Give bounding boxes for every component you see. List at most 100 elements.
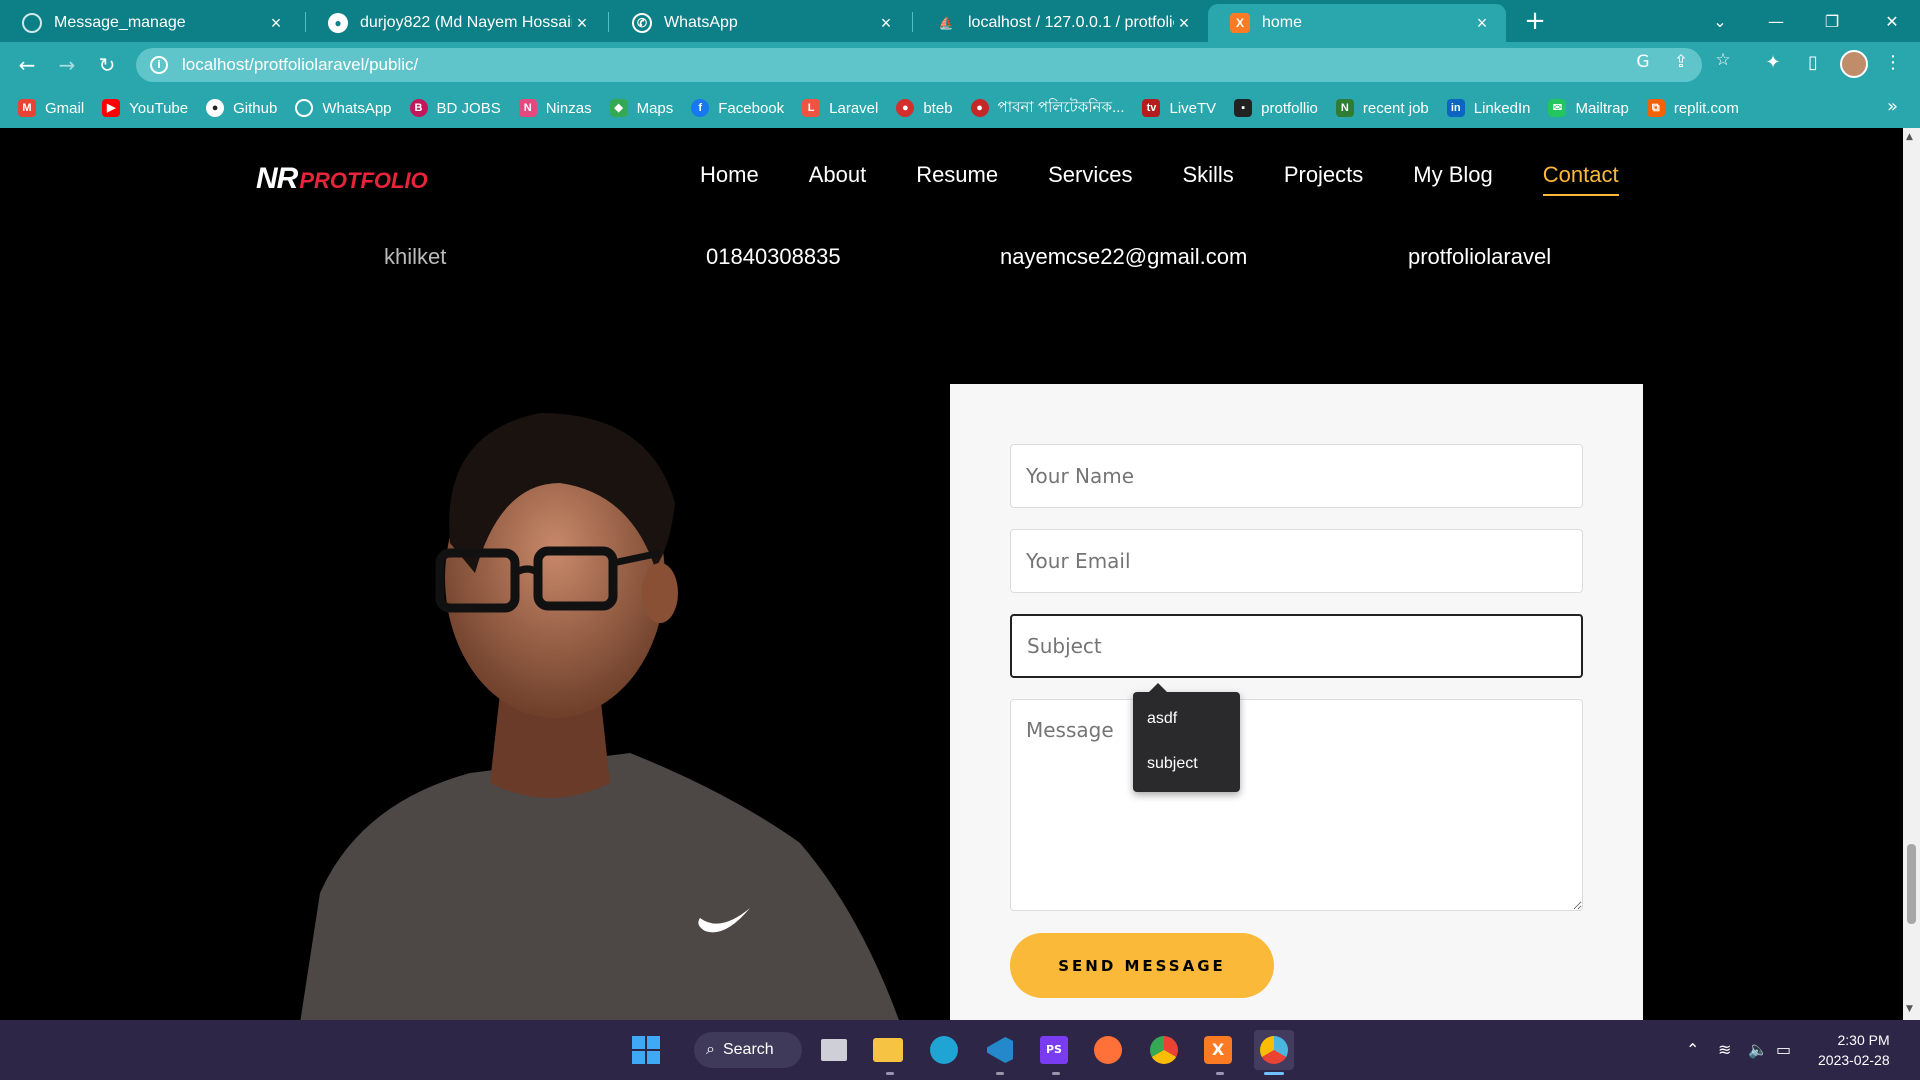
logo-text: PROTFOLIO xyxy=(299,168,428,193)
minimize-icon[interactable]: — xyxy=(1748,0,1804,42)
name-field[interactable] xyxy=(1010,444,1583,508)
extensions-icon[interactable]: ✦ xyxy=(1760,52,1786,78)
site-info-icon[interactable]: i xyxy=(150,56,168,74)
vscode-icon[interactable] xyxy=(980,1030,1020,1070)
forward-icon[interactable]: → xyxy=(52,50,82,80)
close-icon[interactable]: × xyxy=(876,13,896,34)
bookmark-youtube[interactable]: ▶ YouTube xyxy=(102,99,188,117)
close-icon[interactable]: × xyxy=(266,13,286,34)
autocomplete-option[interactable]: subject xyxy=(1147,755,1198,773)
ninzas-icon: N xyxy=(518,99,537,117)
bookmark-pabna-poly[interactable]: ● পাবনা পলিটেকনিক... xyxy=(970,96,1124,121)
tab-home[interactable]: X home × xyxy=(1208,4,1506,42)
page-scrollbar[interactable]: ▲ ▼ xyxy=(1903,128,1920,1020)
message-field[interactable] xyxy=(1010,699,1583,911)
google-lens-icon[interactable]: G xyxy=(1632,52,1654,74)
nav-skills[interactable]: Skills xyxy=(1182,162,1233,196)
autocomplete-option[interactable]: asdf xyxy=(1147,710,1177,728)
bookmark-label: Laravel xyxy=(829,99,879,117)
bookmark-bdjobs[interactable]: B BD JOBS xyxy=(409,99,501,117)
bookmark-livetv[interactable]: tv LiveTV xyxy=(1142,99,1216,117)
bookmark-replit[interactable]: ⧉ replit.com xyxy=(1646,99,1739,117)
whatsapp-icon xyxy=(295,99,314,117)
bookmarks-bar: M Gmail ▶ YouTube ● Github WhatsApp B BD JOB… xyxy=(0,88,1920,128)
tab-title: home xyxy=(1262,14,1303,31)
bookmark-mailtrap[interactable]: ✉ Mailtrap xyxy=(1548,99,1629,117)
firefox-icon[interactable] xyxy=(1088,1030,1128,1070)
bookmark-label: WhatsApp xyxy=(322,99,392,117)
site-logo[interactable]: NRPROTFOLIO xyxy=(256,162,428,196)
chevron-up-icon[interactable]: ⌃ xyxy=(1686,1040,1699,1059)
tab-search-icon[interactable]: ⌄ xyxy=(1692,0,1748,42)
file-explorer-icon[interactable] xyxy=(868,1030,908,1070)
wifi-icon[interactable]: ≋ xyxy=(1718,1040,1731,1059)
logo-initials: NR xyxy=(256,162,298,195)
scrollbar-thumb[interactable] xyxy=(1907,844,1916,924)
bookmark-label: Mailtrap xyxy=(1575,99,1629,117)
chrome-icon[interactable] xyxy=(1144,1030,1184,1070)
nav-resume[interactable]: Resume xyxy=(916,162,998,196)
tab-phpmyadmin[interactable]: ⛵ localhost / 127.0.0.1 / protfolio / × xyxy=(914,4,1208,42)
profile-photo xyxy=(300,413,899,1020)
bookmark-star-icon[interactable]: ☆ xyxy=(1712,50,1734,72)
bookmark-bteb[interactable]: ● bteb xyxy=(896,99,953,117)
bookmark-protfollio[interactable]: ▪ protfollio xyxy=(1234,99,1318,117)
avatar[interactable] xyxy=(1840,50,1868,78)
nav-projects[interactable]: Projects xyxy=(1284,162,1363,196)
subject-field[interactable] xyxy=(1010,614,1583,678)
close-window-icon[interactable]: ✕ xyxy=(1864,0,1920,42)
active-app-indicator xyxy=(1264,1072,1284,1075)
nav-home[interactable]: Home xyxy=(700,162,759,196)
bookmark-gmail[interactable]: M Gmail xyxy=(18,99,84,117)
tab-message-manage[interactable]: Message_manage × xyxy=(0,4,300,42)
search-icon: ⌕ xyxy=(706,1041,715,1058)
bookmark-laravel[interactable]: L Laravel xyxy=(802,99,878,117)
url-text: localhost/protfoliolaravel/public/ xyxy=(182,55,419,74)
nav-my-blog[interactable]: My Blog xyxy=(1413,162,1492,196)
nav-contact[interactable]: Contact xyxy=(1542,162,1619,196)
bookmark-facebook[interactable]: f Facebook xyxy=(691,99,784,117)
volume-icon[interactable]: 🔈 xyxy=(1748,1040,1768,1059)
bookmark-recent-job[interactable]: Nrecent job xyxy=(1335,99,1429,117)
address-bar[interactable]: i localhost/protfoliolaravel/public/ xyxy=(136,48,1702,82)
close-icon[interactable]: × xyxy=(1174,13,1194,34)
chrome-dev-icon[interactable] xyxy=(1254,1030,1294,1070)
share-icon[interactable]: ⇪ xyxy=(1670,52,1692,74)
autocomplete-dropdown: asdf subject xyxy=(1133,683,1240,792)
bookmark-linkedin[interactable]: in LinkedIn xyxy=(1446,99,1530,117)
phpstorm-icon[interactable]: PS xyxy=(1034,1030,1074,1070)
main-nav: Home About Resume Services Skills Projec… xyxy=(700,162,1619,196)
back-icon[interactable]: ← xyxy=(12,50,42,80)
bookmark-maps[interactable]: ◆ Maps xyxy=(609,99,673,117)
mailtrap-icon: ✉ xyxy=(1548,99,1567,117)
tab-whatsapp[interactable]: ✆ WhatsApp × xyxy=(610,4,910,42)
close-icon[interactable]: × xyxy=(1472,13,1492,34)
taskbar-search[interactable]: ⌕ Search xyxy=(694,1032,802,1068)
scroll-down-icon[interactable]: ▼ xyxy=(1906,1004,1913,1014)
side-panel-icon[interactable]: ▯ xyxy=(1800,52,1826,78)
menu-icon[interactable]: ⋮ xyxy=(1880,52,1906,78)
task-view-icon[interactable] xyxy=(814,1030,854,1070)
new-tab-button[interactable]: + xyxy=(1520,6,1550,36)
xampp-icon[interactable]: X xyxy=(1198,1030,1238,1070)
windows-start-icon[interactable] xyxy=(626,1030,666,1070)
edge-icon[interactable] xyxy=(924,1030,964,1070)
scroll-up-icon[interactable]: ▲ xyxy=(1906,132,1913,142)
email-field[interactable] xyxy=(1010,529,1583,593)
battery-icon[interactable]: ▭ xyxy=(1776,1040,1791,1059)
more-bookmarks-icon[interactable]: » xyxy=(1887,96,1898,117)
bookmark-ninzas[interactable]: N Ninzas xyxy=(518,99,592,117)
bookmark-label: YouTube xyxy=(129,99,189,117)
tab-github[interactable]: ● durjoy822 (Md Nayem Hossain ) × xyxy=(306,4,606,42)
close-icon[interactable]: × xyxy=(572,13,592,34)
bookmark-github[interactable]: ● Github xyxy=(206,99,277,117)
reload-icon[interactable]: ↻ xyxy=(92,50,122,80)
nav-services[interactable]: Services xyxy=(1048,162,1132,196)
system-clock[interactable]: 2:30 PM 2023-02-28 xyxy=(1818,1030,1890,1070)
nav-about[interactable]: About xyxy=(809,162,867,196)
restore-icon[interactable]: ❐ xyxy=(1804,0,1860,42)
bookmark-whatsapp[interactable]: WhatsApp xyxy=(295,99,392,117)
running-indicator xyxy=(1216,1072,1224,1075)
replit-icon: ⧉ xyxy=(1646,99,1665,117)
send-message-button[interactable]: SEND MESSAGE xyxy=(1010,933,1274,998)
